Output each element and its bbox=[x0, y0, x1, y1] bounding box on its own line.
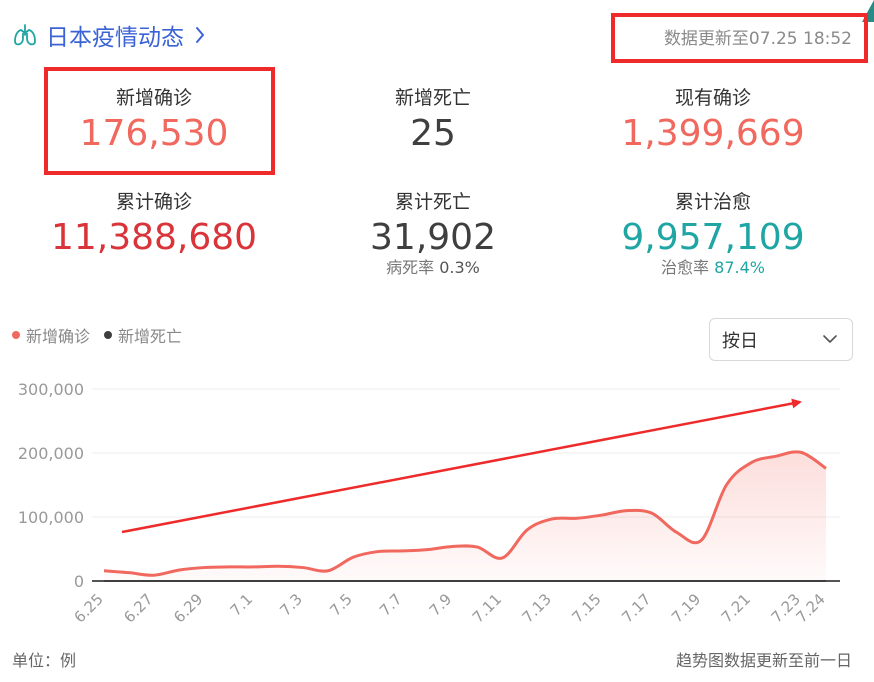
stat-value: 25 bbox=[410, 113, 456, 154]
page-title[interactable]: 日本疫情动态 bbox=[46, 18, 184, 52]
death-rate: 病死率 0.3% bbox=[293, 258, 573, 278]
period-select[interactable]: 按日 bbox=[709, 318, 853, 361]
x-tick-label: 7.11 bbox=[469, 590, 505, 626]
stat-value: 1,399,669 bbox=[621, 113, 805, 154]
x-tick-label: 7.15 bbox=[568, 590, 604, 626]
stat-new-confirmed: 新增确诊 176,530 bbox=[14, 86, 294, 156]
x-tick-label: 7.24 bbox=[792, 590, 828, 626]
x-tick-label: 7.19 bbox=[668, 590, 704, 626]
y-tick-label: 0 bbox=[74, 572, 84, 591]
lungs-icon bbox=[14, 24, 36, 46]
x-tick-label: 7.1 bbox=[227, 590, 257, 620]
legend-dot bbox=[12, 331, 20, 339]
period-select-value: 按日 bbox=[722, 330, 758, 352]
stat-label: 累计治愈 bbox=[674, 191, 751, 213]
x-tick-label: 7.21 bbox=[718, 590, 754, 626]
cure-rate-label: 治愈率 bbox=[661, 258, 710, 277]
legend-dot bbox=[104, 331, 113, 339]
x-tick-label: 6.29 bbox=[170, 590, 206, 626]
trend-note: 趋势图数据更新至前一日 bbox=[675, 651, 852, 670]
legend-item-new-confirmed[interactable]: 新增确诊 bbox=[12, 323, 90, 347]
death-rate-label: 病死率 bbox=[386, 258, 435, 277]
x-tick-label: 7.7 bbox=[376, 590, 406, 620]
update-time: 数据更新至07.25 18:52 bbox=[663, 29, 852, 49]
stat-label: 累计确诊 bbox=[115, 191, 192, 213]
stat-label: 新增确诊 bbox=[115, 87, 192, 109]
legend-label: 新增死亡 bbox=[118, 327, 183, 346]
stat-current-confirmed: 现有确诊 1,399,669 bbox=[573, 86, 853, 156]
stat-value: 176,530 bbox=[79, 113, 229, 154]
stat-value: 9,957,109 bbox=[621, 217, 805, 258]
x-tick-label: 7.9 bbox=[426, 590, 456, 620]
unit-label: 单位：例 bbox=[12, 651, 77, 670]
y-tick-label: 300,000 bbox=[18, 380, 84, 399]
y-tick-label: 100,000 bbox=[18, 508, 84, 527]
death-rate-value: 0.3% bbox=[439, 258, 480, 277]
cure-rate: 治愈率 87.4% bbox=[573, 258, 853, 278]
series-area-new-confirmed bbox=[104, 451, 826, 581]
stat-label: 现有确诊 bbox=[674, 87, 751, 109]
x-tick-label: 6.27 bbox=[120, 590, 156, 626]
stat-value: 11,388,680 bbox=[50, 217, 258, 258]
x-tick-label: 6.25 bbox=[70, 590, 106, 626]
stat-value: 31,902 bbox=[370, 217, 496, 258]
page-header[interactable]: 日本疫情动态 bbox=[12, 18, 206, 52]
x-tick-label: 7.13 bbox=[519, 590, 555, 626]
legend-item-new-deaths[interactable]: 新增死亡 bbox=[104, 323, 182, 347]
x-tick-label: 7.3 bbox=[276, 590, 306, 620]
trend-chart: 0 100,000 200,000 300,000 6.25 6.27 6.29 7.1 7.… bbox=[18, 380, 840, 626]
stat-label: 新增死亡 bbox=[394, 87, 471, 109]
x-tick-label: 7.5 bbox=[326, 590, 356, 620]
stat-new-deaths: 新增死亡 25 bbox=[293, 86, 573, 156]
stat-total-deaths: 累计死亡 31,902 病死率 0.3% bbox=[293, 190, 573, 278]
chart-legend: 新增确诊 新增死亡 bbox=[12, 323, 196, 347]
legend-label: 新增确诊 bbox=[26, 327, 91, 346]
chevron-down-icon bbox=[823, 335, 837, 343]
stat-total-cured: 累计治愈 9,957,109 治愈率 87.4% bbox=[573, 190, 853, 278]
cure-rate-value: 87.4% bbox=[714, 258, 765, 277]
trend-arrow bbox=[121, 398, 802, 534]
chevron-right-icon[interactable] bbox=[194, 25, 206, 45]
x-tick-label: 7.17 bbox=[618, 590, 654, 626]
stat-total-confirmed: 累计确诊 11,388,680 bbox=[14, 190, 294, 260]
y-tick-label: 200,000 bbox=[18, 444, 84, 463]
stat-label: 累计死亡 bbox=[394, 191, 471, 213]
